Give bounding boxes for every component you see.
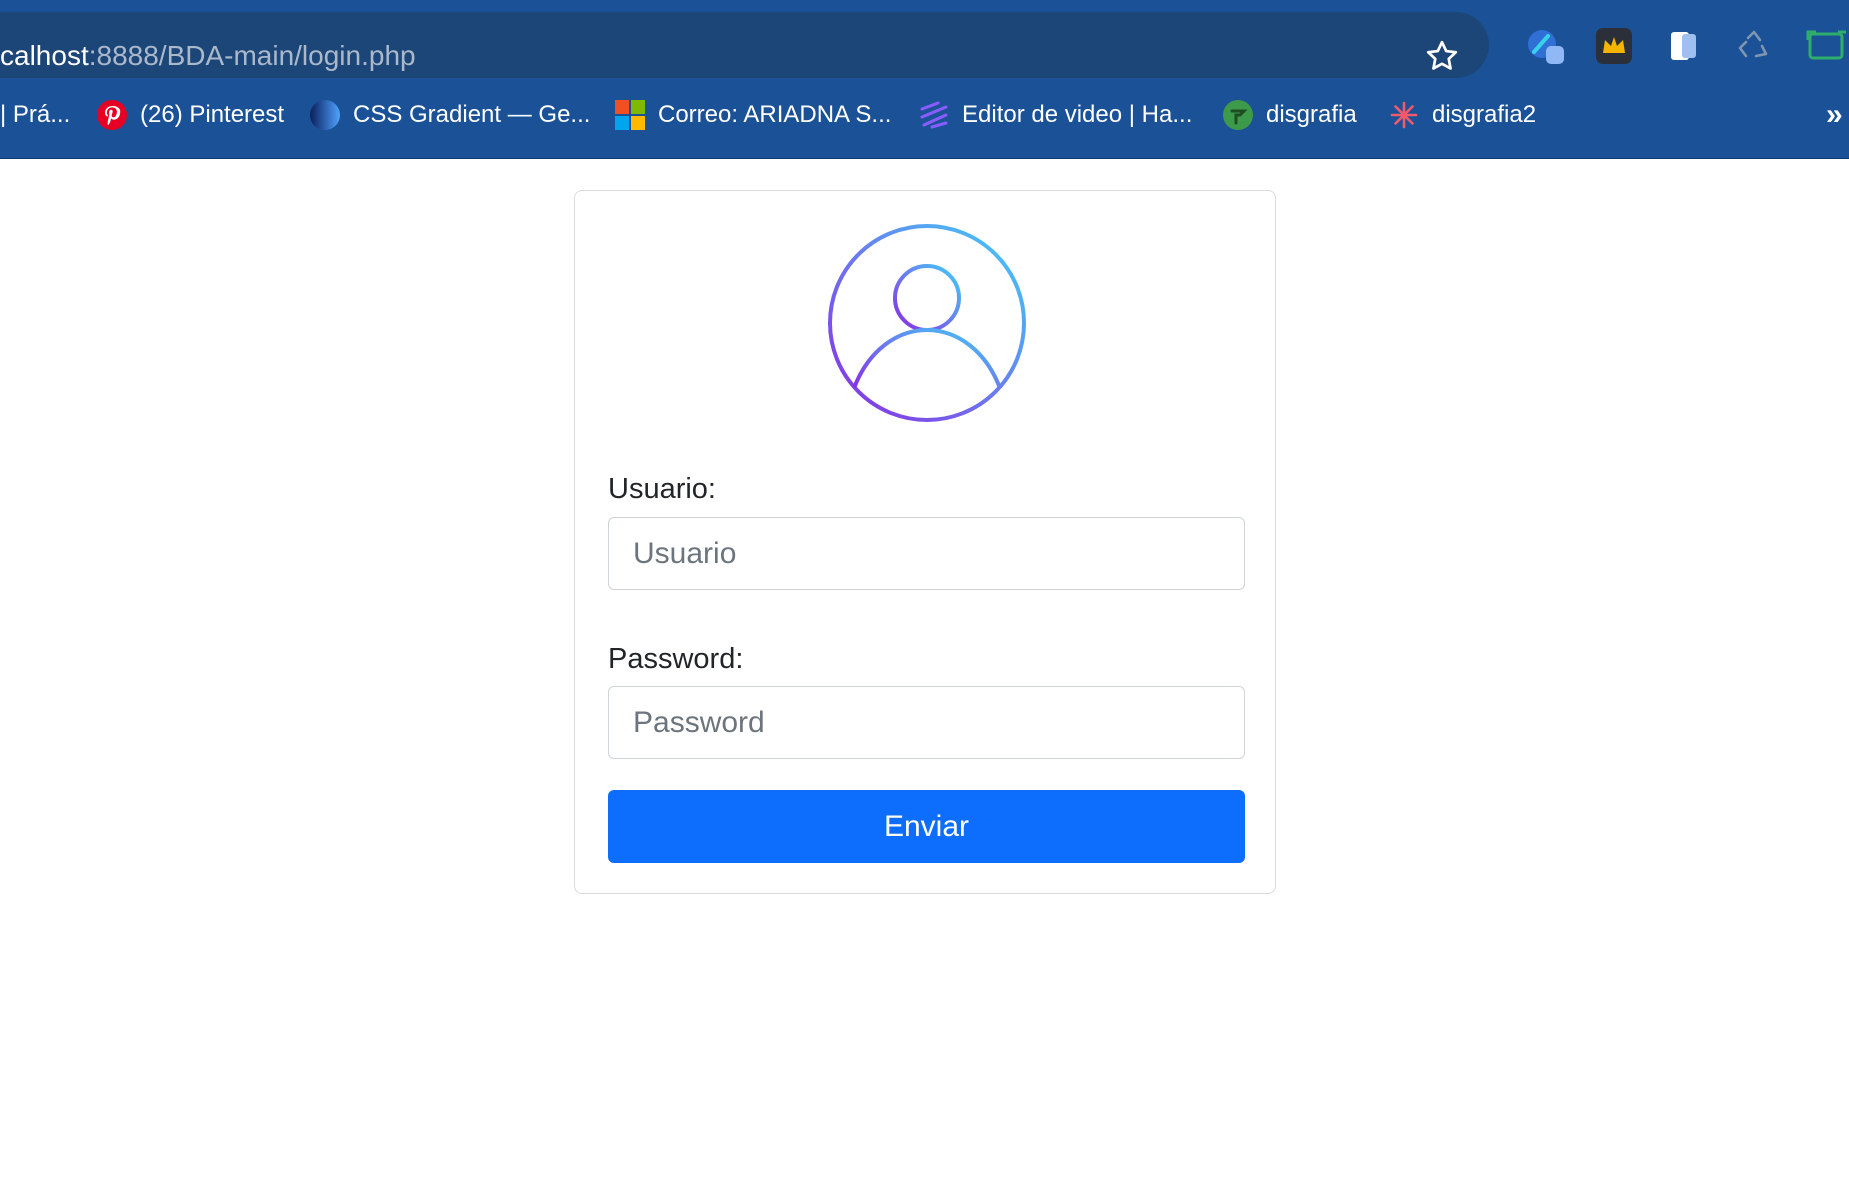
bookmark-item-correo[interactable]: Correo: ARIADNA S... bbox=[614, 92, 891, 138]
url-path: :8888/BDA-main/login.php bbox=[88, 40, 416, 71]
browser-toolbar: calhost:8888/BDA-main/login.php | Prá... bbox=[0, 0, 1849, 159]
login-card: Usuario: Password: Enviar bbox=[574, 190, 1276, 894]
url-text[interactable]: calhost:8888/BDA-main/login.php bbox=[0, 38, 416, 74]
bookmark-label: (26) Pinterest bbox=[140, 101, 285, 128]
more-bookmarks-chevron-icon[interactable]: » bbox=[1826, 98, 1843, 132]
bookmark-label: Correo: ARIADNA S... bbox=[658, 101, 892, 128]
user-avatar-icon bbox=[828, 224, 1026, 422]
url-host: calhost bbox=[0, 40, 89, 71]
bookmark-label: disgrafia bbox=[1266, 101, 1357, 128]
bookmark-label: | Prá... bbox=[0, 101, 71, 128]
submit-button[interactable]: Enviar bbox=[608, 790, 1245, 863]
video-editor-icon bbox=[920, 101, 948, 129]
asterisk-icon bbox=[1390, 101, 1418, 129]
password-label: Password: bbox=[608, 643, 744, 675]
microsoft-icon bbox=[615, 100, 645, 130]
bookmark-label: Editor de video | Ha... bbox=[962, 101, 1193, 128]
bookmark-item-pinterest[interactable]: (26) Pinterest bbox=[96, 92, 284, 138]
bookmark-item[interactable]: | Prá... bbox=[0, 92, 70, 138]
address-bar[interactable]: calhost:8888/BDA-main/login.php bbox=[0, 12, 1489, 78]
bookmark-label: CSS Gradient — Ge... bbox=[353, 101, 591, 128]
bookmark-item-disgrafia2[interactable]: disgrafia2 bbox=[1388, 92, 1536, 138]
username-label: Usuario: bbox=[608, 473, 716, 505]
extension-crown-icon[interactable] bbox=[1592, 24, 1636, 68]
bookmark-item-css-gradient[interactable]: CSS Gradient — Ge... bbox=[309, 92, 590, 138]
password-input[interactable] bbox=[608, 686, 1245, 759]
disgrafia-icon bbox=[1223, 100, 1253, 130]
bookmark-item-video-editor[interactable]: Editor de video | Ha... bbox=[918, 92, 1192, 138]
username-input[interactable] bbox=[608, 517, 1245, 590]
extension-pen-icon[interactable] bbox=[1524, 24, 1568, 68]
css-gradient-icon bbox=[310, 100, 340, 130]
extension-screen-capture-icon[interactable] bbox=[1802, 24, 1846, 68]
bookmark-label: disgrafia2 bbox=[1432, 101, 1537, 128]
extension-recycle-icon[interactable] bbox=[1732, 24, 1776, 68]
bookmark-item-disgrafia[interactable]: disgrafia bbox=[1222, 92, 1357, 138]
bookmark-star-icon[interactable] bbox=[1424, 38, 1460, 74]
pinterest-icon bbox=[97, 100, 127, 130]
extension-document-icon[interactable] bbox=[1662, 24, 1706, 68]
bookmarks-bar: | Prá... (26) Pinterest CSS Gradient — G… bbox=[0, 92, 1849, 138]
